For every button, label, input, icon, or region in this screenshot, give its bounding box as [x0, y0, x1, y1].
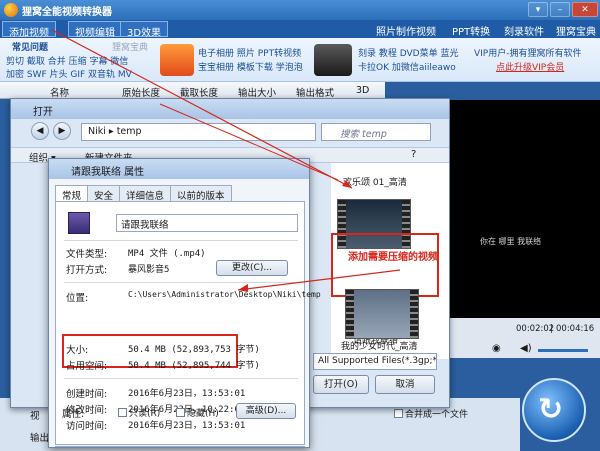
promo-mid-line1[interactable]: 电子相册 照片 PPT转视频 [198, 46, 301, 59]
video-subtitle: 你在 哪里 我联络 [480, 237, 542, 246]
promo-left-line1[interactable]: 剪切 截取 合并 压缩 字幕 微信 [6, 54, 128, 67]
camera-icon[interactable]: ◉ [492, 343, 501, 354]
promo-left-line2[interactable]: 加密 SWF 片头 GIF 双音轨 MV [6, 67, 132, 80]
col-name[interactable]: 名称 [50, 85, 69, 99]
accessed-label: 访问时间: [66, 421, 108, 432]
open-dialog-title: 打开 [33, 107, 53, 118]
app-logo-icon [4, 3, 18, 17]
promo-mid-line2[interactable]: 宝宝相册 模板下载 学泡泡 [198, 60, 303, 73]
col-cut-length[interactable]: 截取长度 [180, 85, 218, 99]
convert-button[interactable]: ↻ [522, 378, 586, 442]
disk-size-value: 50.4 MB (52,895,744 字节) [128, 361, 260, 371]
vip-info: VIP用户-拥有狸窝所有软件 [474, 49, 582, 59]
created-label: 创建时间: [66, 389, 108, 400]
readonly-checkbox[interactable]: 只读(R) [118, 406, 160, 419]
promo-tag: 狸窝宝典 [112, 43, 149, 53]
ppt-promo-icon [160, 44, 194, 76]
size-value: 50.4 MB (52,893,753 字节) [128, 345, 260, 355]
tab-add-video[interactable]: 添加视频 [2, 21, 56, 39]
open-button[interactable]: 打开(O) [313, 375, 369, 394]
vip-upgrade-link[interactable]: 点此升级VIP会员 [496, 60, 564, 73]
file-name-0[interactable]: 欢乐颂 01_高清 [343, 175, 407, 188]
col-original-length[interactable]: 原始长度 [122, 85, 160, 99]
menu-icon[interactable]: ▾ [528, 2, 548, 17]
file-type-value: MP4 文件 (.mp4) [128, 249, 206, 259]
convert-arrow-icon: ↻ [538, 392, 564, 427]
promo-right-line1[interactable]: 刻录 教程 DVD菜单 蓝光 [358, 46, 458, 59]
accessed-value: 2016年6月23日，13:53:01 [128, 421, 246, 431]
col-output-size[interactable]: 输出大小 [238, 85, 276, 99]
file-name-field[interactable]: 请跟我联络 [116, 214, 298, 232]
common-issues-link[interactable]: 常见问题 [12, 40, 48, 53]
open-dialog-title-bar: 打开 [11, 99, 449, 119]
promo-banner: 常见问题 狸窝宝典 剪切 截取 合并 压缩 字幕 微信 加密 SWF 片头 GI… [0, 38, 600, 82]
link-photo-video[interactable]: 照片制作视频 [376, 23, 436, 38]
change-button[interactable]: 更改(C)... [216, 260, 288, 276]
minimize-icon[interactable]: – [550, 2, 570, 17]
merge-checkbox[interactable]: 合并成一个文件 [394, 407, 468, 420]
forward-icon[interactable]: ▶ [53, 122, 71, 140]
link-burn[interactable]: 刻录软件 [504, 23, 544, 38]
close-icon[interactable]: ✕ [572, 2, 598, 17]
file-name-2[interactable]: 我的少女时代_高清 [341, 339, 418, 352]
cancel-button[interactable]: 取消 [375, 375, 435, 394]
dvd-promo-icon [314, 44, 352, 76]
bottom-label-output: 输出 [30, 433, 50, 444]
annotation-text: 添加需要压缩的视频 [348, 252, 438, 263]
time-current: 00:02:02 [516, 324, 555, 334]
col-3d[interactable]: 3D [356, 85, 369, 96]
help-icon[interactable]: ? [411, 149, 416, 160]
hidden-checkbox[interactable]: 隐藏(H) [176, 406, 219, 419]
location-value: C:\Users\Administrator\Desktop\Niki\temp [128, 290, 321, 299]
location-label: 位置: [66, 293, 89, 304]
col-output-format[interactable]: 输出格式 [296, 85, 334, 99]
properties-title-bar: 请跟我联络 属性 [49, 159, 309, 179]
open-with-label: 打开方式: [66, 265, 108, 276]
open-with-value: 暴风影音5 [128, 265, 170, 275]
size-label: 大小: [66, 345, 89, 356]
promo-right-line2[interactable]: 卡拉OK 加微信aiileawo [358, 60, 456, 73]
selected-file-highlight [331, 233, 439, 297]
address-bar[interactable]: Niki ▸ temp [81, 123, 316, 141]
playback-controls: ◉ ◀) [450, 342, 600, 358]
volume-icon[interactable]: ◀) [520, 343, 532, 354]
file-type-label: 文件类型: [66, 249, 108, 260]
attributes-label: 属性: [62, 409, 85, 420]
back-icon[interactable]: ◀ [31, 122, 49, 140]
mp4-file-icon [68, 212, 90, 234]
volume-slider[interactable] [538, 349, 588, 352]
properties-title: 请跟我联络 属性 [71, 167, 145, 178]
app-title: 狸窝全能视频转换器 [22, 7, 112, 18]
main-toolbar: 添加视频 视频编辑 3D效果 照片制作视频 PPT转换 刻录软件 狸窝宝典 [0, 20, 600, 39]
bottom-label-preset: 视 [30, 411, 40, 422]
video-preview[interactable]: 你在 哪里 我联络 [450, 100, 600, 340]
tab-3d-effect[interactable]: 3D效果 [120, 21, 169, 39]
window-controls: ▾ – ✕ [528, 2, 598, 17]
file-thumb-2[interactable] [345, 289, 419, 339]
disk-size-label: 占用空间: [66, 361, 108, 372]
created-value: 2016年6月23日，13:53:01 [128, 389, 246, 399]
file-type-select[interactable]: All Supported Files(*.3gp;*.3g [313, 353, 437, 370]
advanced-button[interactable]: 高级(D)... [236, 403, 296, 419]
link-ppt[interactable]: PPT转换 [452, 23, 490, 38]
search-input[interactable]: 搜索 temp [321, 123, 431, 141]
link-guide[interactable]: 狸窝宝典 [556, 23, 596, 38]
file-list-header: 名称 原始长度 截取长度 输出大小 输出格式 3D [0, 82, 385, 99]
app-title-bar: 狸窝全能视频转换器 [0, 0, 600, 20]
timeline: 00:02:02 | 00:04:16 [450, 318, 600, 342]
tab-video-edit[interactable]: 视频编辑 [68, 21, 122, 39]
time-total: 00:04:16 [556, 324, 595, 334]
